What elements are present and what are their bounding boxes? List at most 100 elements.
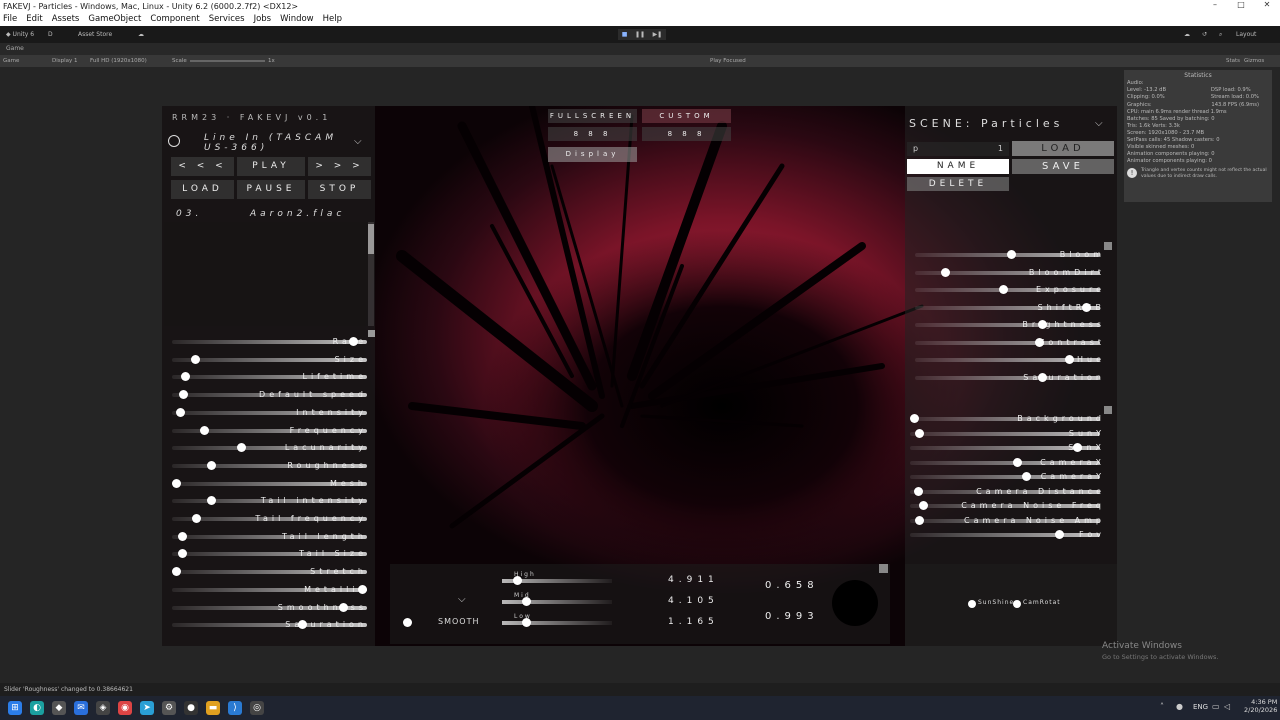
sunshine-toggle[interactable] [968, 600, 976, 608]
slider-handle[interactable] [915, 428, 925, 438]
pause-button[interactable]: PAUSE [237, 180, 305, 199]
scale-slider[interactable] [190, 60, 265, 62]
slider-metallic[interactable]: Metallic [162, 583, 375, 597]
band-slider-handle[interactable] [521, 597, 531, 606]
input-toggle[interactable] [168, 135, 180, 147]
volume-icon[interactable]: ◁ [1224, 702, 1230, 711]
slider-fov[interactable]: Fov [905, 528, 1117, 542]
view-dropdown[interactable]: Game [3, 55, 19, 67]
resolution-field-a[interactable]: 8 8 8 [548, 127, 637, 141]
slider-camera-distance[interactable]: Camera Distance [905, 485, 1117, 499]
slider-handle[interactable] [348, 337, 358, 346]
slider-lacunarity[interactable]: Lacunarity [162, 441, 375, 455]
collab-icon[interactable]: ☁ [1184, 26, 1190, 43]
scene-chevron-down-icon[interactable]: ⌵ [1095, 118, 1103, 129]
menu-window[interactable]: Window [280, 13, 314, 26]
preset-dropdown[interactable]: p1 [907, 142, 1009, 156]
camrotate-toggle[interactable] [1013, 600, 1021, 608]
audio-panel-toggle[interactable] [879, 564, 888, 573]
settings-icon[interactable]: ⚙ [162, 701, 176, 715]
chrome-icon[interactable]: ◉ [118, 701, 132, 715]
slider-handle[interactable] [358, 584, 367, 594]
play-icon[interactable]: ■ [622, 29, 628, 40]
slider-handle[interactable] [172, 478, 181, 488]
playlist-scrollbar[interactable] [368, 222, 374, 326]
slider-handle[interactable] [237, 443, 247, 453]
load-preset-button[interactable]: LOAD [1012, 141, 1114, 156]
slider-handle[interactable] [941, 267, 951, 277]
slider-background[interactable]: Background [905, 412, 1117, 426]
slider-bloom[interactable]: Bloom [905, 248, 1117, 262]
minimize-button[interactable]: – [1202, 0, 1228, 13]
menu-component[interactable]: Component [150, 13, 199, 26]
menu-jobs[interactable]: Jobs [254, 13, 272, 26]
delete-preset-button[interactable]: DELETE [907, 177, 1009, 191]
menu-gameobject[interactable]: GameObject [88, 13, 141, 26]
tray-chevron-icon[interactable]: ˄ [1160, 702, 1164, 711]
slider-handle[interactable] [910, 414, 919, 423]
slider-handle[interactable] [192, 514, 202, 523]
slider-handle[interactable] [1054, 530, 1064, 539]
slider-size[interactable]: Size [162, 353, 375, 367]
slider-rate[interactable]: Rate [162, 335, 375, 349]
menu-assets[interactable]: Assets [52, 13, 80, 26]
slider-saturation[interactable]: Saturation [905, 371, 1117, 385]
slider-handle[interactable] [913, 486, 923, 496]
vscode-icon[interactable]: ⟩ [228, 701, 242, 715]
slider-tail-intensity[interactable]: Tail intensity [162, 494, 375, 508]
slider-tail-length[interactable]: Tail length [162, 530, 375, 544]
step-icon[interactable]: ▶❚ [653, 29, 663, 40]
slider-hue[interactable]: Hue [905, 353, 1117, 367]
maximize-button[interactable]: □ [1228, 0, 1254, 13]
close-button[interactable]: ✕ [1254, 0, 1280, 13]
slider-camera-noise-amp[interactable]: Camera Noise Amp [905, 514, 1117, 528]
slider-handle[interactable] [999, 285, 1009, 294]
stats-toggle[interactable]: Stats [1226, 55, 1240, 67]
slider-handle[interactable] [1006, 250, 1016, 259]
slider-handle[interactable] [199, 425, 209, 435]
telegram-icon[interactable]: ➤ [140, 701, 154, 715]
slider-handle[interactable] [915, 515, 925, 525]
slider-saturation[interactable]: Saturation [162, 618, 375, 632]
user-dropdown[interactable]: D [48, 26, 53, 43]
slider-intensity[interactable]: Intensity [162, 406, 375, 420]
chevron-down-icon[interactable]: ⌵ [354, 136, 362, 147]
band-slider-handle[interactable] [521, 618, 531, 627]
language-indicator[interactable]: ENG [1193, 703, 1208, 711]
unity-hub-icon[interactable]: ◆ [52, 701, 66, 715]
menu-help[interactable]: Help [323, 13, 342, 26]
slider-lifetime[interactable]: Lifetime [162, 370, 375, 384]
gizmos-toggle[interactable]: Gizmos [1244, 55, 1264, 67]
prev-button[interactable]: < < < [171, 157, 234, 176]
fullscreen-button[interactable]: FULLSCREEN [548, 109, 637, 123]
clock[interactable]: 4:36 PM 2/20/2026 [1244, 698, 1277, 714]
slider-shiftrgb[interactable]: ShiftRGB [905, 301, 1117, 315]
next-button[interactable]: > > > [308, 157, 371, 176]
slider-handle[interactable] [1034, 337, 1044, 347]
history-icon[interactable]: ↺ [1202, 26, 1207, 43]
tray-app-icon[interactable]: ● [1176, 702, 1183, 711]
resolution-dropdown[interactable]: Full HD (1920x1080) [90, 55, 147, 67]
slider-mesh[interactable]: Mesh [162, 477, 375, 491]
app-icon[interactable]: ◎ [250, 701, 264, 715]
slider-handle[interactable] [181, 372, 191, 382]
copilot-icon[interactable]: ◐ [30, 701, 44, 715]
playlist-area[interactable] [164, 222, 368, 326]
band-slider-track[interactable] [502, 600, 612, 604]
slider-smoothness[interactable]: Smoothness [162, 601, 375, 615]
mail-icon[interactable]: ✉ [74, 701, 88, 715]
input-device-dropdown[interactable]: Line In (TASCAM US-366) [204, 133, 354, 153]
slider-handle[interactable] [1072, 443, 1082, 452]
band-slider-handle[interactable] [513, 576, 522, 585]
play-button[interactable]: PLAY [237, 157, 305, 176]
play-focused-dropdown[interactable]: Play Focused [710, 55, 746, 67]
search-icon[interactable]: ⌕ [1219, 26, 1222, 43]
audio-chevron-down-icon[interactable]: ⌵ [458, 594, 466, 605]
start-icon[interactable]: ⊞ [8, 701, 22, 715]
slider-handle[interactable] [1082, 302, 1092, 312]
stop-button[interactable]: STOP [308, 180, 371, 199]
slider-handle[interactable] [172, 567, 181, 577]
save-preset-button[interactable]: SAVE [1012, 159, 1114, 174]
slider-handle[interactable] [179, 390, 189, 400]
menu-file[interactable]: File [3, 13, 17, 26]
